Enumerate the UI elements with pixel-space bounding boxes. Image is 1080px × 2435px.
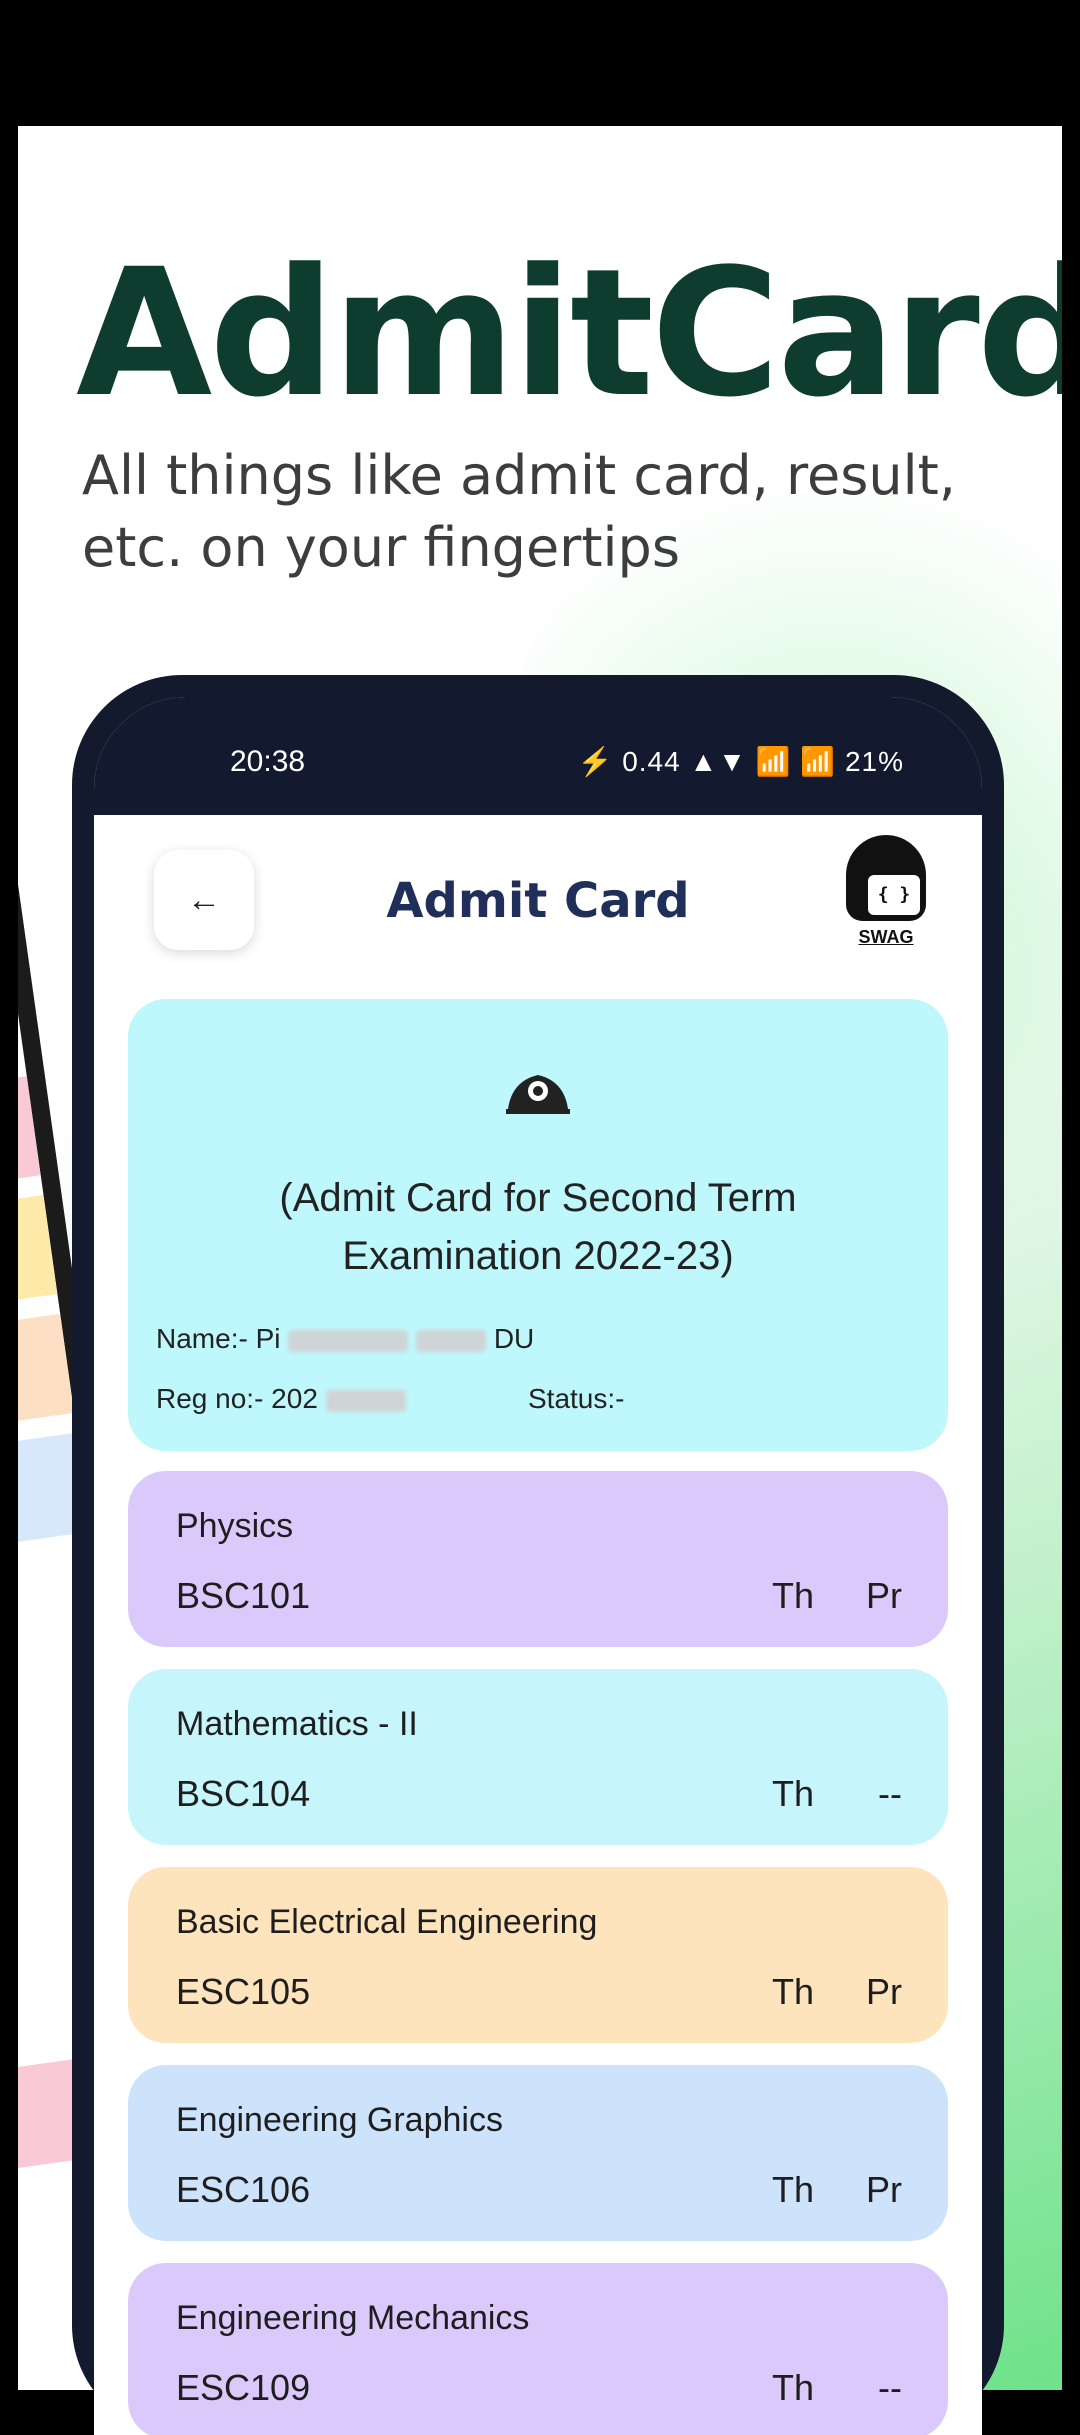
subject-name: Physics [176,1507,294,1545]
subject-name: Engineering Mechanics [176,2299,530,2337]
brand-logo[interactable]: { } SWAG [838,835,934,967]
background-stripe [18,1194,58,1326]
institution-emblem-icon [506,1075,570,1114]
theory-label: Th [771,1773,814,1814]
subject-card[interactable]: Engineering Mechanics ESC109 Th -- [128,2263,948,2435]
practical-label: Pr [866,1971,902,2012]
phone-screen: 20:38 ⚡ 0.44 ▲▼ 📶 📶 21% ← Admit Card { }… [94,697,982,2435]
subject-name: Mathematics - II [176,1705,418,1743]
subject-code: BSC104 [176,1773,311,1814]
subject-card[interactable]: Engineering Graphics ESC106 Th Pr [128,2065,948,2241]
redacted-reg [325,1389,406,1412]
student-name: Name:- Pi DU [156,1323,534,1355]
practical-label: -- [878,2367,902,2408]
theory-label: Th [771,1575,814,1616]
promo-subtitle: All things like admit card, result, etc.… [82,444,956,579]
reg-label: Reg no:- 202 [156,1383,318,1414]
subject-code: ESC105 [176,1971,311,2012]
background-stripe [18,1313,75,1445]
subject-card[interactable]: Basic Electrical Engineering ESC105 Th P… [128,1867,948,2043]
promo-title: AdmitCard [76,231,1062,436]
redacted-name [416,1329,487,1352]
theory-label: Th [771,2367,814,2408]
status-bar: 20:38 ⚡ 0.44 ▲▼ 📶 📶 21% [94,697,982,815]
status-time: 20:38 [230,745,306,778]
code-braces-icon: { } [868,875,920,915]
background-stripe [18,1076,41,1207]
name-label: Name:- Pi [156,1323,281,1354]
subject-list: Physics BSC101 Th Pr Mathematics - II BS… [128,1471,948,2435]
subject-card[interactable]: Physics BSC101 Th Pr [128,1471,948,1647]
practical-label: Pr [866,1575,902,1616]
subject-card[interactable]: Mathematics - II BSC104 Th -- [128,1669,948,1845]
brand-label: SWAG [858,927,914,947]
subject-name: Basic Electrical Engineering [176,1903,598,1941]
theory-label: Th [771,1971,814,2012]
app-bar: ← Admit Card { } SWAG [94,815,982,975]
admit-info-card: (Admit Card for Second Term Examination … [128,999,948,1451]
admit-card-heading: (Admit Card for Second Term Examination … [279,1176,797,1278]
hacker-hood-icon: { } [846,835,926,921]
redacted-name [288,1329,409,1352]
registration-number: Reg no:- 202 [156,1383,406,1415]
subject-code: BSC101 [176,1575,311,1616]
practical-label: -- [878,1773,902,1814]
status-indicators: ⚡ 0.44 ▲▼ 📶 📶 21% [577,746,904,777]
status-label: Status:- [528,1383,625,1414]
theory-label: Th [771,2169,814,2210]
name-tail: DU [493,1323,535,1354]
subject-code: ESC106 [176,2169,311,2210]
phone-mockup: 20:38 ⚡ 0.44 ▲▼ 📶 📶 21% ← Admit Card { }… [72,675,1004,2435]
subject-code: ESC109 [176,2367,311,2408]
practical-label: Pr [866,2169,902,2210]
subject-name: Engineering Graphics [176,2101,503,2139]
